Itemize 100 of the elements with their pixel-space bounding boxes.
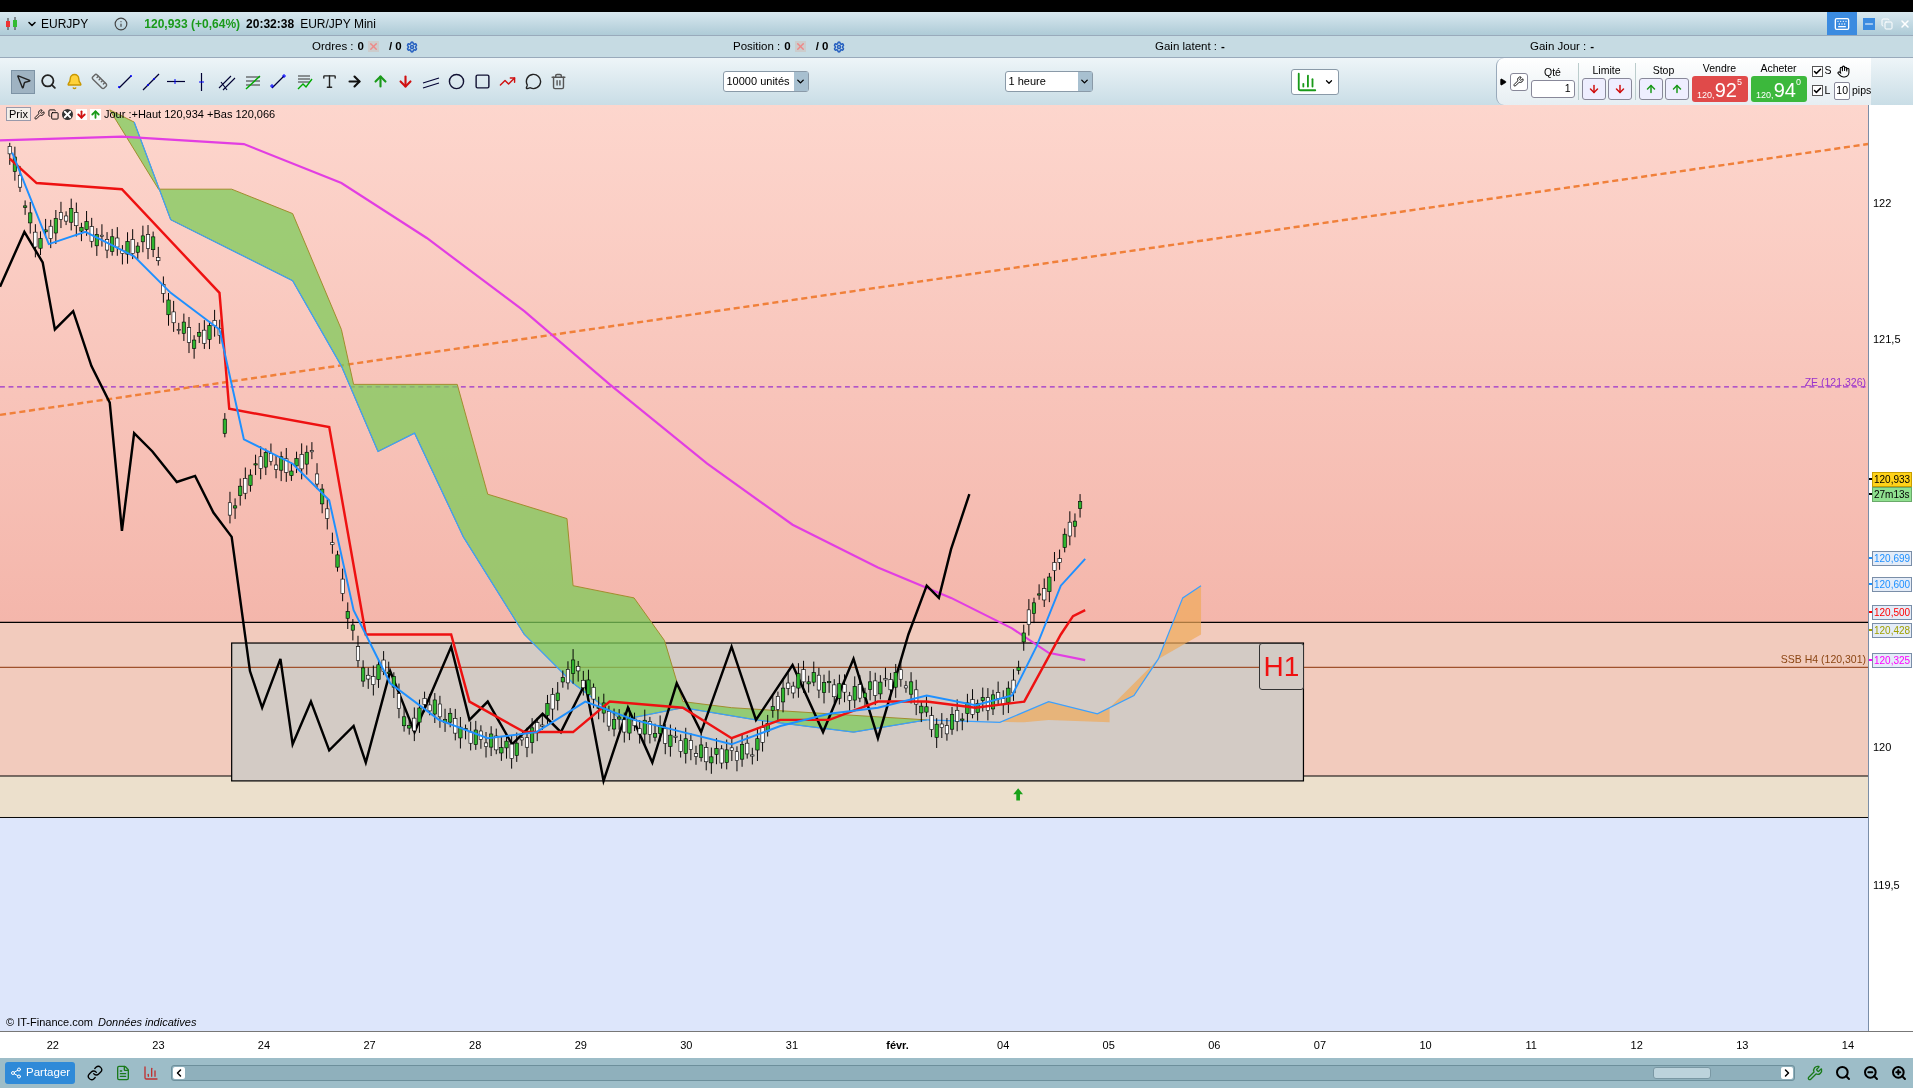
crossline-tool-icon: [269, 72, 287, 91]
horizontal-scrollbar[interactable]: [171, 1065, 1795, 1081]
price-tag: 120,699: [1872, 551, 1913, 566]
info-value: 0: [357, 38, 364, 54]
indicators-button[interactable]: [1290, 68, 1339, 95]
info-value: -: [1590, 38, 1595, 54]
quantity-label: Qté: [1544, 64, 1561, 80]
pointer-tool-button[interactable]: [11, 69, 35, 94]
ruler-tool-icon: [91, 73, 108, 90]
up-arrow-icon: [1644, 83, 1657, 96]
settings-icon[interactable]: [832, 40, 845, 53]
time-axis-label: 13: [1736, 1037, 1749, 1053]
info-icon[interactable]: [114, 16, 129, 31]
daily-range-text: Jour :+Haut 120,934 +Bas 120,066: [103, 107, 276, 122]
price-tag: 120,933: [1872, 472, 1913, 487]
price-axis-label: 122: [1873, 196, 1892, 210]
quote-change-text: 120,933 (+0,64%): [144, 15, 241, 33]
time-axis-label: 12: [1630, 1037, 1643, 1053]
instrument-name-text: EUR/JPY Mini: [300, 15, 376, 33]
price-axis-label: 121,5: [1873, 332, 1901, 346]
info-value: 0: [784, 38, 791, 54]
option-label: L: [1824, 83, 1831, 98]
up-arrow-icon: [1670, 83, 1683, 96]
limit-order-button[interactable]: [1607, 78, 1632, 101]
info-label: Ordres :: [312, 38, 354, 54]
settings-wrench-button[interactable]: [1509, 72, 1528, 91]
settings-icon[interactable]: [405, 40, 418, 53]
time-axis-label: févr.: [886, 1037, 909, 1053]
stop-order-button[interactable]: [1664, 78, 1689, 101]
rectangle-tool-icon: [473, 73, 491, 90]
sell-label: Vendre: [1702, 60, 1737, 76]
pips-input[interactable]: 10: [1834, 82, 1851, 100]
scrollbar-thumb[interactable]: [1653, 1067, 1711, 1079]
hand-cursor-icon: [1836, 64, 1850, 78]
info-total: / 0: [815, 38, 829, 54]
price-legend-label[interactable]: Prix: [6, 107, 31, 122]
time-axis-label: 30: [680, 1037, 693, 1053]
zoom-out-icon[interactable]: [1863, 1065, 1879, 1081]
zoom-fit-icon[interactable]: [1835, 1065, 1851, 1081]
wrench-icon[interactable]: [33, 108, 45, 120]
document-icon[interactable]: [115, 1065, 132, 1081]
scroll-left-icon[interactable]: [173, 1067, 186, 1079]
time-axis-label: 14: [1841, 1037, 1854, 1053]
ellipse-tool-icon: [448, 73, 465, 90]
caret-icon: [795, 76, 806, 87]
arrow-down-tool-icon: [397, 73, 414, 90]
text-tool-icon: [320, 73, 338, 90]
close-icon[interactable]: [61, 108, 73, 120]
bars-icon[interactable]: [143, 1065, 160, 1081]
zoom-in-icon[interactable]: [1891, 1065, 1907, 1081]
quantity-select[interactable]: 10000 unités: [722, 71, 809, 92]
hline-tool-icon: [167, 79, 185, 84]
buy-label: Acheter: [1760, 60, 1797, 76]
info-value: -: [1221, 38, 1225, 54]
windows-icon[interactable]: [47, 108, 59, 120]
stop-label: Stop: [1652, 62, 1675, 78]
link-icon[interactable]: [87, 1065, 104, 1081]
option-checkbox[interactable]: [1811, 65, 1823, 77]
time-axis-label: 23: [152, 1037, 165, 1053]
option-checkbox[interactable]: [1811, 85, 1823, 97]
bar-chart-icon: [1295, 70, 1318, 93]
zoom-tool-icon: [40, 73, 57, 90]
price-tag: 120,500: [1872, 605, 1913, 620]
timeframe-label: H1: [1259, 643, 1304, 690]
info-total: / 0: [388, 38, 402, 54]
arrow-up-tool-icon: [371, 73, 389, 90]
level-line-label: ZE (121,326): [1804, 376, 1866, 388]
time-axis-label: 04: [997, 1037, 1010, 1053]
info-label: Gain latent :: [1155, 38, 1217, 54]
time-axis-label: 10: [1419, 1037, 1432, 1053]
trash-tool-icon: [550, 73, 567, 90]
share-button[interactable]: Partager: [5, 1062, 76, 1084]
minimize-icon[interactable]: [1863, 17, 1875, 30]
time-axis-label: 27: [363, 1037, 376, 1053]
down-arrow-icon: [1613, 83, 1626, 96]
symbol-label: EURJPY: [41, 15, 89, 33]
time-axis-label: 22: [46, 1037, 59, 1053]
copyright-text: © IT-Finance.com: [6, 1014, 93, 1030]
time-axis-label: 06: [1208, 1037, 1221, 1053]
price-tag: 120,600: [1872, 577, 1913, 592]
limit-label: Limite: [1592, 62, 1621, 78]
scroll-right-icon[interactable]: [1781, 1067, 1793, 1079]
price-tag: 27m13s: [1872, 487, 1912, 502]
stop-order-button[interactable]: [1638, 78, 1663, 101]
period-select[interactable]: 1 heure: [1004, 71, 1093, 92]
fibonacci-tool-icon: [243, 72, 262, 91]
price-tag: 120,428: [1872, 623, 1913, 638]
segment-tool-icon: [116, 72, 134, 91]
time-axis-label: 07: [1313, 1037, 1327, 1053]
info-label: Position :: [733, 38, 781, 54]
time-axis-label: 28: [469, 1037, 482, 1053]
time-axis-label: 29: [574, 1037, 587, 1053]
limit-order-button[interactable]: [1581, 78, 1606, 101]
disclaimer-text: Données indicatives: [97, 1014, 197, 1030]
info-label: Gain Jour :: [1530, 38, 1587, 54]
quantity-input[interactable]: 1: [1530, 80, 1575, 99]
clock-time-text: 20:32:38: [246, 15, 295, 33]
expand-arrow-icon[interactable]: [1498, 77, 1507, 86]
price-axis-label: 119,5: [1873, 878, 1900, 892]
keyboard-button[interactable]: [1827, 12, 1857, 35]
